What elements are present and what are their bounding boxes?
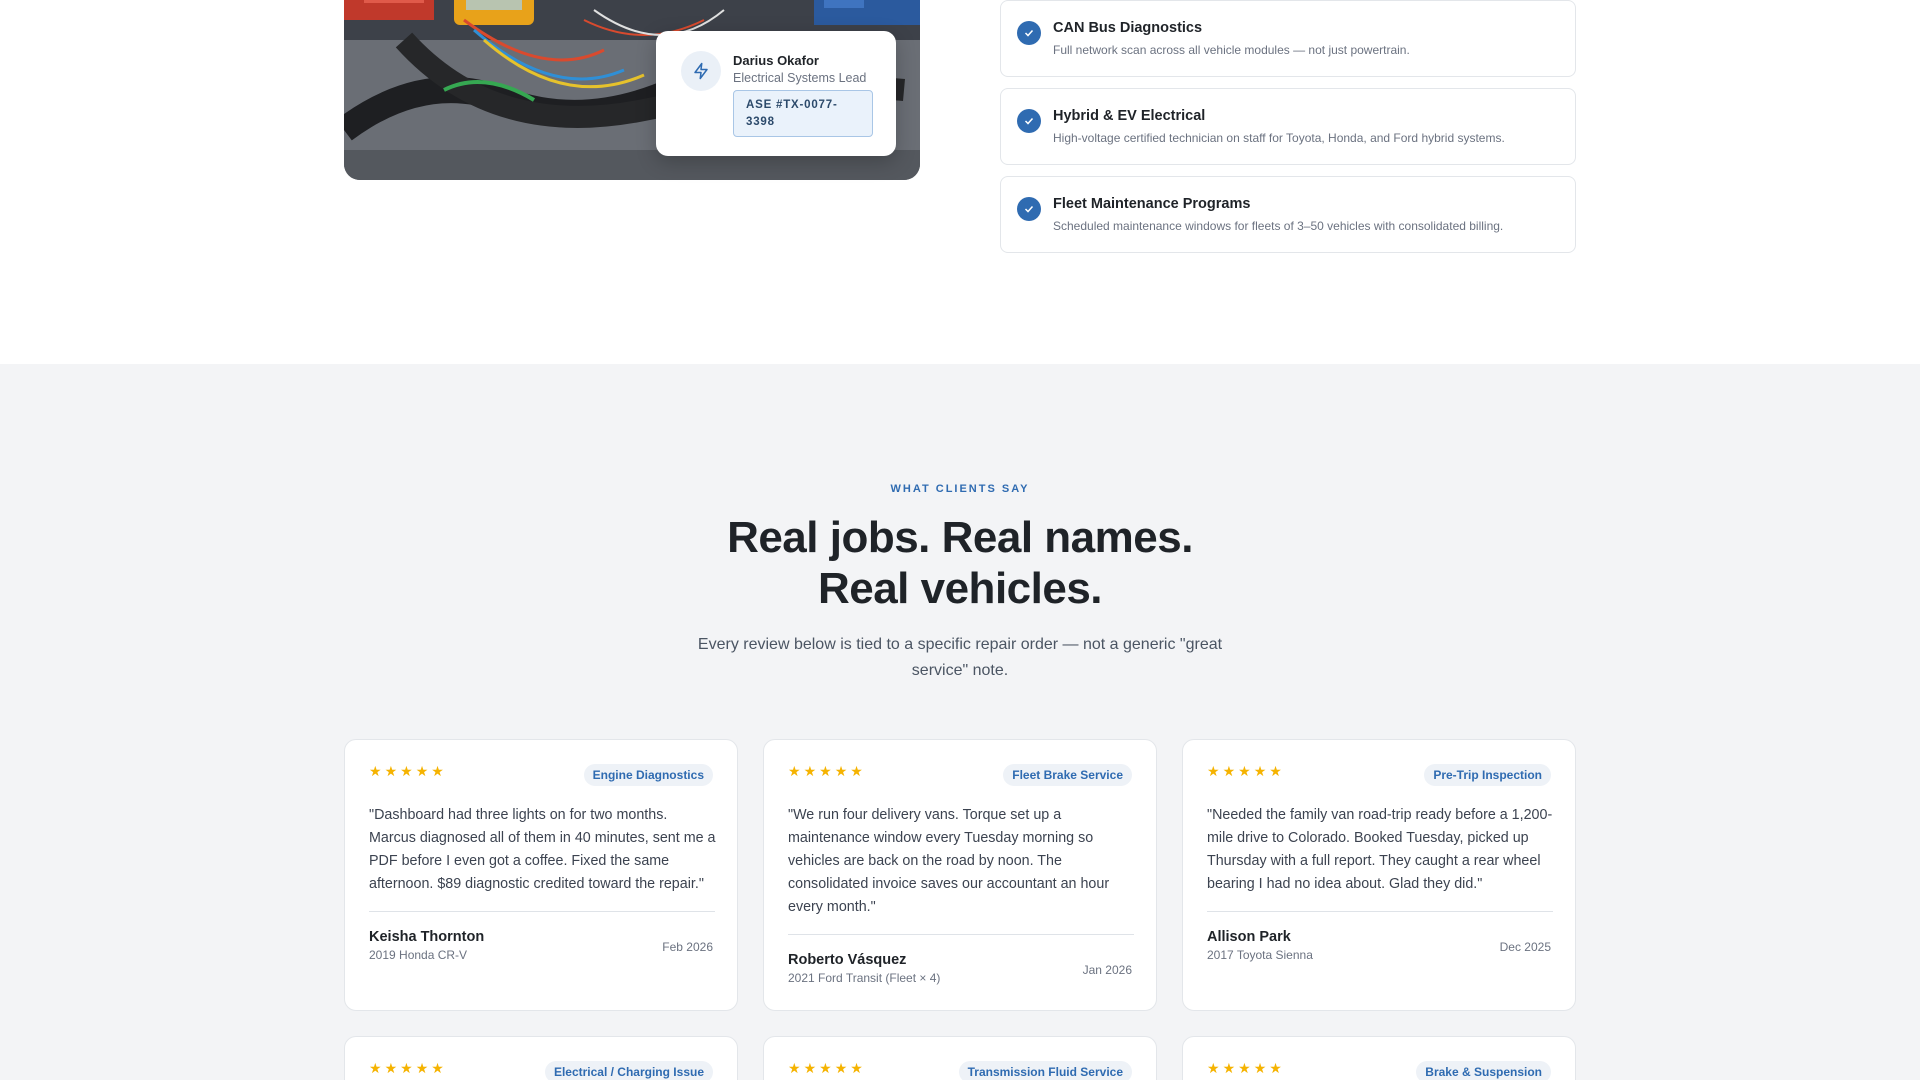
star-icon: ★	[384, 1060, 398, 1076]
service-tag: Fleet Brake Service	[1003, 764, 1132, 786]
section-headline: Real jobs. Real names. Real vehicles.	[660, 512, 1260, 614]
star-icon: ★	[1222, 763, 1236, 779]
headline-line-2: Real vehicles.	[817, 564, 1103, 613]
review-quote: "We run four delivery vans. Torque set u…	[788, 807, 1110, 915]
reviewer-vehicle: 2019 Honda CR-V	[369, 948, 468, 962]
review-card: ★ ★ ★ ★ ★ Pre-Trip Inspection "Needed the fa…	[1182, 739, 1576, 1011]
review-card: ★ ★ ★ ★ ★ Brake & Suspension	[1182, 1036, 1576, 1080]
star-icon: ★	[788, 1060, 801, 1076]
reviewer-vehicle: 2021 Ford Transit (Fleet × 4)	[788, 971, 941, 985]
divider	[788, 934, 1134, 935]
certification-badge: ASE #TX-0077-3398	[733, 90, 873, 137]
feature-item: CAN Bus Diagnostics Full network scan ac…	[1000, 0, 1576, 77]
service-tag: Electrical / Charging Issue	[544, 1061, 713, 1080]
star-icon: ★	[1269, 1060, 1282, 1076]
review-quote: "Dashboard had three lights on for two m…	[369, 807, 716, 892]
technician-card: Darius Okafor Electrical Systems Lead AS…	[656, 31, 896, 156]
lightning-icon	[681, 51, 721, 91]
star-icon: ★	[369, 763, 382, 779]
star-icon: ★	[819, 763, 832, 779]
review-card: ★ ★ ★ ★ ★ Fleet Brake Service "We run four d…	[763, 739, 1157, 1011]
review-date: Dec 2025	[1499, 940, 1551, 954]
technician-name: Darius Okafor	[733, 53, 819, 68]
service-tag: Pre-Trip Inspection	[1424, 764, 1551, 786]
feature-item: Fleet Maintenance Programs Scheduled mai…	[1000, 176, 1576, 253]
review-card: ★ ★ ★ ★ ★ Transmission Fluid Service	[763, 1036, 1157, 1080]
service-tag: Brake & Suspension	[1416, 1061, 1551, 1080]
star-icon: ★	[400, 763, 413, 779]
star-icon: ★	[400, 1060, 413, 1076]
service-tag: Engine Diagnostics	[583, 764, 713, 786]
star-icon: ★	[1222, 1060, 1236, 1076]
star-rating: ★ ★ ★ ★ ★	[788, 764, 863, 778]
review-date: Feb 2026	[662, 940, 713, 954]
feature-title: CAN Bus Diagnostics	[1053, 20, 1203, 36]
star-icon: ★	[1207, 763, 1220, 779]
star-icon: ★	[788, 763, 801, 779]
star-rating: ★ ★ ★ ★ ★	[369, 764, 444, 778]
review-date: Jan 2026	[1082, 963, 1132, 977]
section-eyebrow: WHAT CLIENTS SAY	[890, 483, 1030, 495]
star-icon: ★	[1238, 1060, 1251, 1076]
check-icon	[1017, 197, 1041, 221]
section-subheading: Every review below is tied to a specific…	[697, 636, 1223, 679]
reviewer-vehicle: 2017 Toyota Sienna	[1207, 948, 1313, 962]
star-icon: ★	[1269, 763, 1282, 779]
star-icon: ★	[803, 763, 817, 779]
star-rating: ★ ★ ★ ★ ★	[1207, 764, 1282, 778]
star-icon: ★	[1253, 763, 1267, 779]
star-rating: ★ ★ ★ ★ ★	[369, 1061, 444, 1075]
star-rating: ★ ★ ★ ★ ★	[788, 1061, 863, 1075]
star-icon: ★	[834, 1060, 848, 1076]
star-icon: ★	[369, 1060, 382, 1076]
feature-item: Hybrid & EV Electrical High-voltage cert…	[1000, 88, 1576, 165]
reviewer-name: Keisha Thornton	[369, 929, 485, 945]
divider	[369, 911, 715, 912]
star-icon: ★	[834, 763, 848, 779]
star-icon: ★	[415, 763, 429, 779]
headline-line-1: Real jobs. Real names.	[727, 513, 1193, 562]
technician-role: Electrical Systems Lead	[733, 71, 867, 85]
star-icon: ★	[850, 1060, 863, 1076]
service-tag: Transmission Fluid Service	[958, 1061, 1132, 1080]
feature-description: Scheduled maintenance windows for fleets…	[1053, 219, 1504, 233]
star-icon: ★	[1207, 1060, 1220, 1076]
feature-description: Full network scan across all vehicle mod…	[1053, 43, 1410, 57]
review-card: ★ ★ ★ ★ ★ Engine Diagnostics "Dashboard had …	[344, 739, 738, 1011]
check-icon	[1017, 21, 1041, 45]
review-quote: "Needed the family van road-trip ready b…	[1207, 807, 1553, 892]
divider	[1207, 911, 1553, 912]
star-icon: ★	[819, 1060, 832, 1076]
review-card: ★ ★ ★ ★ ★ Electrical / Charging Issue	[344, 1036, 738, 1080]
feature-title: Hybrid & EV Electrical	[1053, 108, 1206, 124]
star-icon: ★	[431, 763, 444, 779]
reviewer-name: Allison Park	[1207, 929, 1291, 945]
reviewer-name: Roberto Vásquez	[788, 952, 907, 968]
feature-title: Fleet Maintenance Programs	[1053, 196, 1251, 212]
star-icon: ★	[1238, 763, 1251, 779]
star-icon: ★	[850, 763, 863, 779]
star-icon: ★	[1253, 1060, 1267, 1076]
star-icon: ★	[431, 1060, 444, 1076]
feature-description: High-voltage certified technician on sta…	[1053, 131, 1505, 145]
expertise-section: Darius Okafor Electrical Systems Lead AS…	[0, 0, 1920, 364]
star-icon: ★	[415, 1060, 429, 1076]
star-rating: ★ ★ ★ ★ ★	[1207, 1061, 1282, 1075]
check-icon	[1017, 109, 1041, 133]
star-icon: ★	[384, 763, 398, 779]
testimonials-section: WHAT CLIENTS SAY Real jobs. Real names. …	[0, 364, 1920, 1080]
star-icon: ★	[803, 1060, 817, 1076]
